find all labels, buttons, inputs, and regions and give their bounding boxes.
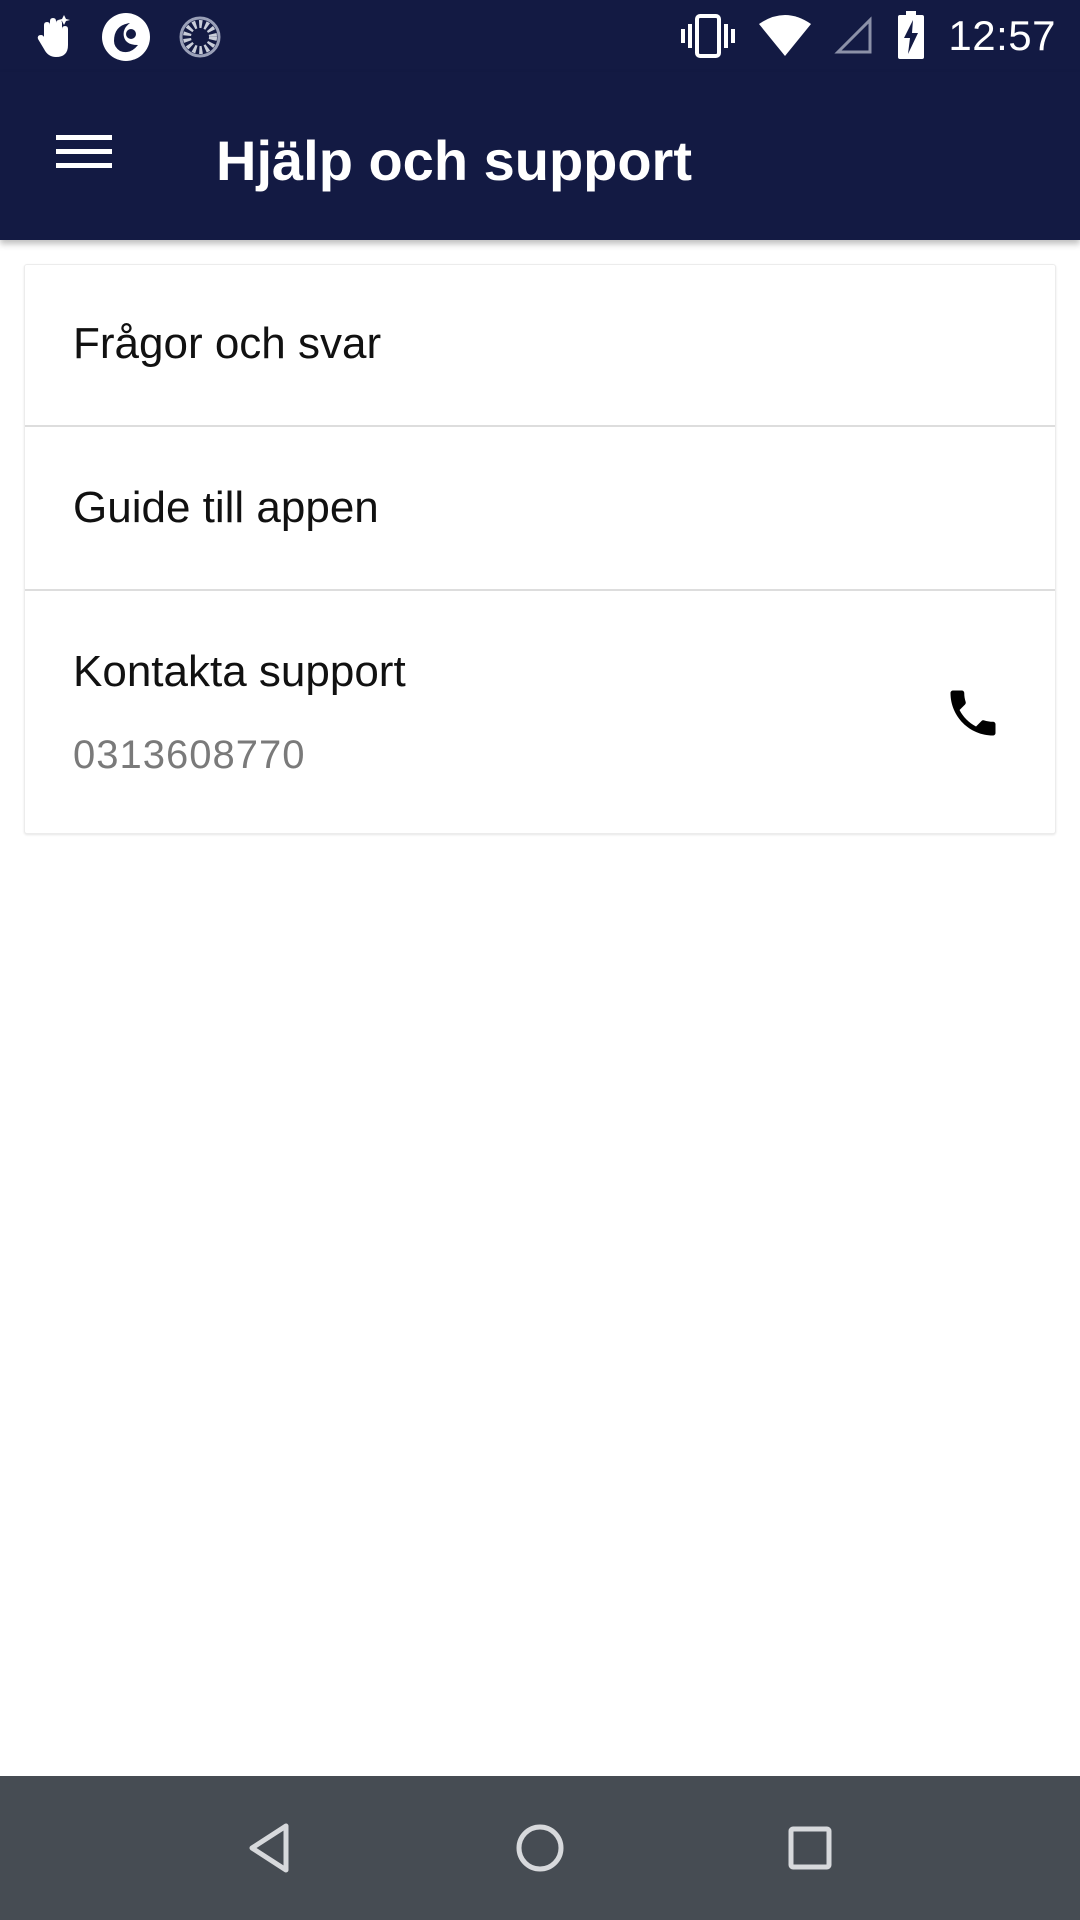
screen: 12:57 Hjälp och support Frågor och svar …: [0, 0, 1080, 1920]
menu-button[interactable]: [32, 110, 136, 194]
back-icon: [246, 1822, 294, 1874]
status-notifications: [34, 12, 222, 62]
status-bar: 12:57: [0, 0, 1080, 72]
list-item-app-guide[interactable]: Guide till appen: [25, 427, 1055, 591]
sync-spinner-icon: [178, 15, 222, 59]
back-button[interactable]: [222, 1804, 318, 1892]
phone-icon: [943, 683, 1003, 743]
status-time: 12:57: [948, 12, 1056, 59]
list-item-title: Guide till appen: [73, 483, 379, 532]
list-item-title: Frågor och svar: [73, 319, 382, 368]
vibrate-icon: [680, 12, 736, 60]
help-list-card: Frågor och svar Guide till appen Kontakt…: [24, 264, 1056, 834]
hamburger-menu-icon: [56, 132, 112, 172]
recents-icon: [786, 1824, 834, 1872]
navigation-bar: [0, 1776, 1080, 1920]
list-item-contact-support[interactable]: Kontakta support 0313608770: [25, 591, 1055, 835]
hand-notification-icon: [34, 13, 74, 61]
home-icon: [514, 1822, 566, 1874]
page-title: Hjälp och support: [216, 129, 692, 192]
status-system: 12:57: [680, 10, 1056, 62]
call-support-button[interactable]: [931, 671, 1015, 755]
support-phone-number: 0313608770: [73, 733, 306, 777]
cell-signal-icon: [834, 16, 874, 56]
recents-button[interactable]: [762, 1804, 858, 1892]
list-item-title: Kontakta support: [73, 647, 406, 696]
wifi-icon: [758, 14, 812, 58]
battery-charging-icon: [896, 11, 926, 61]
app-bar: Hjälp och support: [0, 72, 1080, 240]
list-item-faq[interactable]: Frågor och svar: [25, 265, 1055, 427]
app-logo-notification-icon: [100, 11, 152, 63]
home-button[interactable]: [492, 1804, 588, 1892]
